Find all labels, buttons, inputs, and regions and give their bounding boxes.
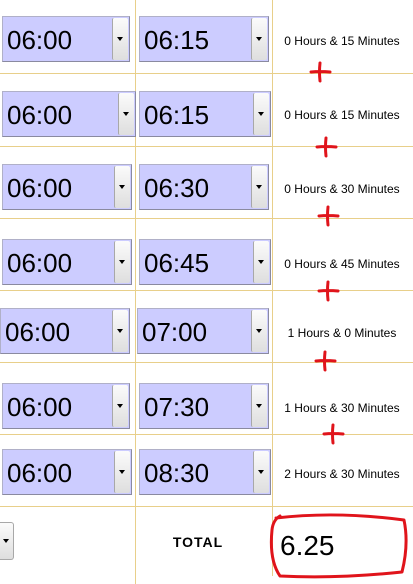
total-label: TOTAL	[172, 534, 224, 550]
start-time-select[interactable]: 06:00	[2, 91, 136, 137]
row-divider	[0, 290, 413, 291]
end-time-value: 08:30	[144, 458, 210, 488]
column-divider	[135, 0, 136, 584]
end-time-value: 06:15	[144, 100, 210, 130]
column-divider	[272, 0, 273, 576]
plus-icon	[314, 350, 337, 372]
duration-text: 1 Hours & 0 Minutes	[287, 326, 397, 340]
end-time-select[interactable]: 07:30	[139, 383, 269, 429]
chevron-down-icon[interactable]	[114, 241, 130, 283]
plus-icon	[315, 136, 338, 158]
chevron-down-icon[interactable]	[251, 310, 267, 352]
start-time-value: 06:00	[7, 458, 73, 488]
start-time-value: 06:00	[7, 248, 73, 278]
chevron-down-icon[interactable]	[251, 18, 267, 60]
start-time-value: 06:00	[7, 392, 73, 422]
end-time-value: 06:45	[144, 248, 210, 278]
row-divider	[0, 146, 413, 147]
start-time-select[interactable]: 06:00	[2, 239, 132, 285]
chevron-down-icon[interactable]	[118, 93, 134, 135]
chevron-down-icon[interactable]	[112, 18, 128, 60]
start-time-value: 06:00	[7, 25, 73, 55]
chevron-down-icon[interactable]	[112, 385, 128, 427]
end-time-value: 07:00	[142, 317, 208, 347]
row-divider	[0, 362, 413, 363]
start-time-value: 06:00	[7, 173, 73, 203]
end-time-select[interactable]: 08:30	[139, 449, 271, 495]
duration-text: 1 Hours & 30 Minutes	[284, 401, 400, 415]
start-time-select[interactable]: 06:00	[2, 164, 132, 210]
row-divider	[0, 218, 413, 219]
chevron-down-icon[interactable]	[114, 166, 130, 208]
duration-text: 2 Hours & 30 Minutes	[284, 467, 400, 481]
plus-icon	[309, 61, 332, 83]
end-time-select[interactable]: 06:15	[139, 91, 271, 137]
chevron-down-icon[interactable]	[0, 522, 14, 560]
chevron-down-icon[interactable]	[253, 93, 269, 135]
duration-text: 0 Hours & 30 Minutes	[284, 182, 400, 196]
chevron-down-icon[interactable]	[253, 451, 269, 493]
start-time-select[interactable]: 06:00	[2, 16, 130, 62]
start-time-select[interactable]: 06:00	[2, 383, 130, 429]
plus-icon	[317, 280, 340, 302]
duration-text: 0 Hours & 15 Minutes	[284, 108, 400, 122]
row-divider	[0, 506, 413, 507]
chevron-down-icon[interactable]	[251, 385, 267, 427]
start-time-select[interactable]: 06:00	[2, 449, 132, 495]
row-divider	[0, 434, 413, 435]
circle-annotation	[269, 513, 408, 579]
end-time-select[interactable]: 06:30	[139, 164, 269, 210]
chevron-down-icon[interactable]	[114, 451, 130, 493]
plus-icon	[322, 423, 345, 445]
end-time-select[interactable]: 06:45	[139, 239, 271, 285]
end-time-select[interactable]: 06:15	[139, 16, 269, 62]
chevron-down-icon[interactable]	[112, 310, 128, 352]
duration-text: 0 Hours & 15 Minutes	[284, 34, 400, 48]
chevron-down-icon[interactable]	[251, 166, 267, 208]
row-divider	[0, 73, 413, 74]
start-time-value: 06:00	[5, 317, 71, 347]
end-time-value: 06:15	[144, 25, 210, 55]
end-time-select[interactable]: 07:00	[137, 308, 269, 354]
start-time-value: 06:00	[7, 100, 73, 130]
end-time-value: 06:30	[144, 173, 210, 203]
plus-icon	[317, 205, 340, 227]
chevron-down-icon[interactable]	[253, 241, 269, 283]
start-time-select[interactable]: 06:00	[0, 308, 130, 354]
end-time-value: 07:30	[144, 392, 210, 422]
duration-text: 0 Hours & 45 Minutes	[284, 257, 400, 271]
